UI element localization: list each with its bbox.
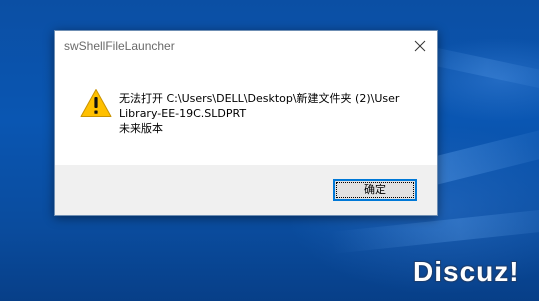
watermark-logo: Discuz! [413,256,520,287]
message-dialog: swShellFileLauncher 无法打开 C:\Users\DELL\D… [54,30,438,216]
dialog-title-bar[interactable]: swShellFileLauncher [55,31,437,62]
dialog-content: 无法打开 C:\Users\DELL\Desktop\新建文件夹 (2)\Use… [55,62,437,165]
ok-button[interactable]: 确定 [333,179,417,201]
dialog-message: 无法打开 C:\Users\DELL\Desktop\新建文件夹 (2)\Use… [119,91,419,136]
message-line: Library-EE-19C.SLDPRT [119,107,247,120]
dialog-button-bar: 确定 [55,165,437,215]
focus-rectangle [336,182,414,198]
dialog-title: swShellFileLauncher [64,39,175,53]
warning-icon [80,89,112,117]
message-line: 无法打开 C:\Users\DELL\Desktop\新建文件夹 (2)\Use… [119,92,400,105]
close-icon [414,40,426,52]
desktop-background: Discuz! swShellFileLauncher 无法打开 C:\User… [0,0,539,301]
message-line: 未来版本 [119,122,163,135]
close-button[interactable] [403,31,437,62]
